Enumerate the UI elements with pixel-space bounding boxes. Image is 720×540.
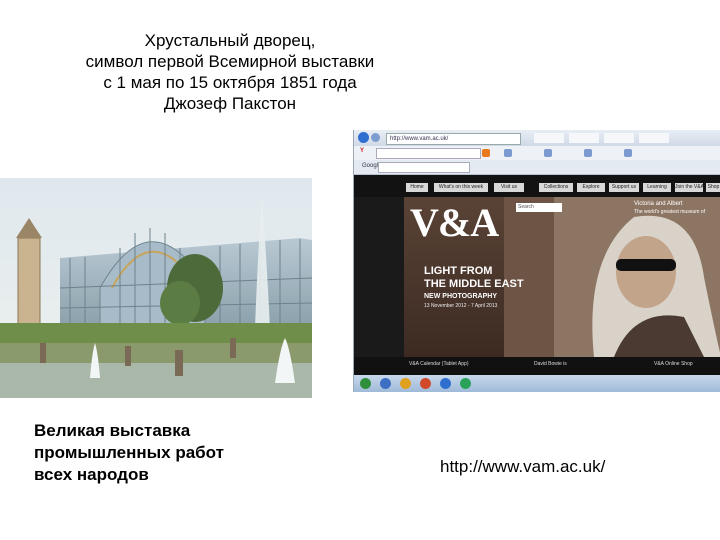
browser-screenshot: http://www.vam.ac.uk/ Y Google Home What…	[353, 130, 720, 392]
hero-title-2: THE MIDDLE EAST	[424, 278, 524, 290]
toolbar-icon[interactable]	[504, 149, 512, 157]
taskbar-icon[interactable]	[420, 378, 431, 389]
site-subtagline: The world's greatest museum of	[634, 209, 705, 215]
nav-explore[interactable]: Explore	[577, 183, 605, 192]
vam-logo[interactable]: V&A	[410, 199, 499, 246]
promo-item[interactable]: V&A Online Shop	[654, 361, 693, 367]
google-search-field[interactable]	[378, 162, 470, 173]
left-caption: Великая выставка промышленных работ всех…	[34, 420, 294, 486]
promo-strip: V&A Calendar (Tablet App) David Bowie is…	[354, 357, 720, 375]
address-bar: http://www.vam.ac.uk/	[354, 130, 720, 146]
nav-learning[interactable]: Learning	[643, 183, 671, 192]
start-icon[interactable]	[360, 378, 371, 389]
site-nav: Home What's on this week Visit us Collec…	[354, 175, 720, 197]
nav-join[interactable]: Join the V&A	[675, 183, 703, 192]
toolbar-search-field[interactable]	[376, 148, 481, 159]
hero-portrait	[554, 197, 720, 357]
toolbar-icon[interactable]	[482, 149, 490, 157]
browser-tab[interactable]	[569, 133, 599, 143]
left-caption-line-2: промышленных работ	[34, 443, 224, 462]
taskbar-icon[interactable]	[400, 378, 411, 389]
promo-item[interactable]: V&A Calendar (Tablet App)	[409, 361, 468, 367]
title-line-2: символ первой Всемирной выставки	[85, 52, 375, 71]
toolbar-icon[interactable]	[544, 149, 552, 157]
title-line-1: Хрустальный дворец,	[144, 31, 316, 50]
museum-url[interactable]: http://www.vam.ac.uk/	[440, 457, 605, 477]
browser-tab[interactable]	[534, 133, 564, 143]
crystal-palace-illustration	[0, 178, 312, 398]
site-search-input[interactable]: Search	[516, 203, 562, 212]
nav-collections[interactable]: Collections	[539, 183, 573, 192]
hero-title-1: LIGHT FROM	[424, 265, 493, 277]
site-tagline: Victoria and Albert	[634, 201, 683, 207]
taskbar-icon[interactable]	[380, 378, 391, 389]
nav-home[interactable]: Home	[406, 183, 428, 192]
left-caption-line-1: Великая выставка	[34, 421, 191, 440]
forward-icon[interactable]	[371, 133, 380, 142]
nav-shop[interactable]: Shop	[706, 183, 720, 192]
toolbar: Y	[354, 146, 720, 160]
left-caption-line-3: всех народов	[34, 465, 149, 484]
hero-banner[interactable]: V&A Search Victoria and Albert The world…	[404, 197, 720, 357]
nav-visit[interactable]: Visit us	[494, 183, 524, 192]
back-icon[interactable]	[358, 132, 369, 143]
browser-tab[interactable]	[604, 133, 634, 143]
taskbar-icon[interactable]	[440, 378, 451, 389]
taskbar-icon[interactable]	[460, 378, 471, 389]
hero-subtitle: NEW PHOTOGRAPHY	[424, 293, 497, 300]
address-field[interactable]: http://www.vam.ac.uk/	[386, 133, 521, 145]
browser-tab[interactable]	[639, 133, 669, 143]
title-line-3: с 1 мая по 15 октября 1851 года	[103, 73, 357, 92]
toolbar-icon[interactable]	[584, 149, 592, 157]
slide-title: Хрустальный дворец, символ первой Всемир…	[40, 30, 420, 114]
yandex-logo: Y	[360, 148, 365, 154]
toolbar-icon[interactable]	[624, 149, 632, 157]
google-bar: Google	[354, 160, 720, 175]
vam-page: Home What's on this week Visit us Collec…	[354, 175, 720, 375]
hero-dates: 13 November 2012 - 7 April 2013	[424, 303, 498, 309]
taskbar	[354, 375, 720, 392]
nav-support[interactable]: Support us	[609, 183, 639, 192]
promo-item[interactable]: David Bowie is	[534, 361, 567, 367]
title-line-4: Джозеф Пакстон	[163, 94, 297, 113]
nav-whats-on[interactable]: What's on this week	[434, 183, 488, 192]
